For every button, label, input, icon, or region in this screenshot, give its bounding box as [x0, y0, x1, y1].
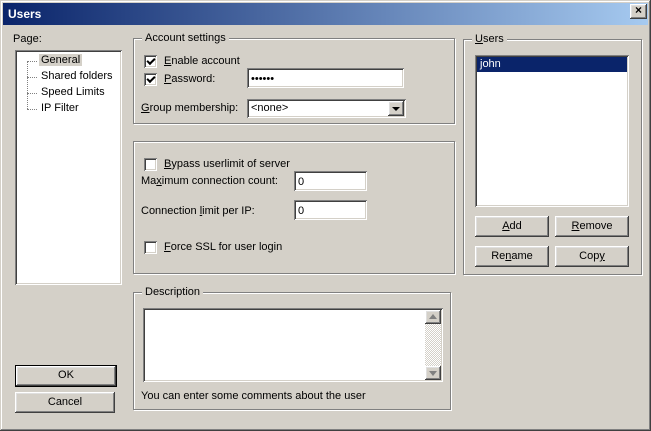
users-group: Users john Add Remove Rename Copy: [463, 39, 642, 275]
dropdown-button[interactable]: [388, 101, 404, 116]
group-membership-select[interactable]: <none>: [247, 99, 406, 118]
add-button[interactable]: Add: [475, 216, 549, 237]
account-settings-legend: Account settings: [142, 32, 229, 45]
cancel-button[interactable]: Cancel: [15, 392, 115, 413]
checkmark-icon: [146, 74, 155, 83]
description-group: Description You can enter some comments …: [133, 292, 451, 410]
tree-item-general[interactable]: General: [15, 53, 82, 69]
ok-button[interactable]: OK: [15, 365, 117, 387]
checkmark-icon: [146, 56, 155, 65]
connection-limit-per-ip-label: Connection limit per IP:: [141, 205, 255, 218]
triangle-up-icon: [429, 314, 437, 319]
users-list[interactable]: john: [475, 55, 629, 207]
account-settings-group: Account settings Enable account Password…: [133, 38, 455, 124]
tree-item-ip-filter[interactable]: IP Filter: [15, 101, 81, 117]
tree-item-label: General: [39, 54, 82, 66]
users-dialog: Users × Page: General Shared folders Spe…: [0, 0, 651, 431]
page-label: Page:: [13, 33, 42, 46]
enable-account-checkbox[interactable]: [144, 55, 157, 68]
tree-item-speed-limits[interactable]: Speed Limits: [15, 85, 107, 101]
bypass-userlimit-label: Bypass userlimit of server: [164, 158, 290, 171]
password-label: Password:: [164, 73, 215, 86]
password-input[interactable]: [247, 68, 404, 88]
connection-limit-per-ip-input[interactable]: [294, 200, 367, 220]
window-title: Users: [3, 7, 41, 21]
close-icon: ×: [635, 3, 642, 17]
max-connection-count-input[interactable]: [294, 171, 367, 191]
list-item-john[interactable]: john: [477, 57, 627, 72]
tree-item-label: IP Filter: [39, 102, 81, 114]
copy-button[interactable]: Copy: [555, 246, 629, 267]
scroll-up-button[interactable]: [425, 310, 441, 324]
group-membership-value: <none>: [251, 102, 288, 114]
rename-button[interactable]: Rename: [475, 246, 549, 267]
users-legend: Users: [472, 33, 507, 46]
password-checkbox[interactable]: [144, 73, 157, 86]
group-membership-label: Group membership:: [141, 102, 238, 115]
max-connection-count-label: Maximum connection count:: [141, 175, 278, 188]
connection-limits-group: Bypass userlimit of server Maximum conne…: [133, 141, 455, 274]
remove-button[interactable]: Remove: [555, 216, 629, 237]
description-textarea[interactable]: [143, 308, 443, 382]
tree-item-label: Shared folders: [39, 70, 115, 82]
triangle-down-icon: [429, 371, 437, 376]
tree-item-label: Speed Limits: [39, 86, 107, 98]
scroll-down-button[interactable]: [425, 366, 441, 380]
page-tree[interactable]: General Shared folders Speed Limits IP F…: [15, 50, 122, 285]
user-name: john: [480, 58, 501, 70]
chevron-down-icon: [392, 107, 400, 111]
bypass-userlimit-checkbox[interactable]: [144, 158, 157, 171]
titlebar[interactable]: Users: [3, 3, 648, 25]
enable-account-label: Enable account: [164, 55, 240, 68]
description-scrollbar[interactable]: [425, 310, 441, 380]
description-hint: You can enter some comments about the us…: [141, 390, 366, 403]
tree-item-shared-folders[interactable]: Shared folders: [15, 69, 115, 85]
description-legend: Description: [142, 286, 203, 299]
close-button[interactable]: ×: [630, 4, 647, 19]
force-ssl-checkbox[interactable]: [144, 241, 157, 254]
force-ssl-label: Force SSL for user login: [164, 241, 282, 254]
